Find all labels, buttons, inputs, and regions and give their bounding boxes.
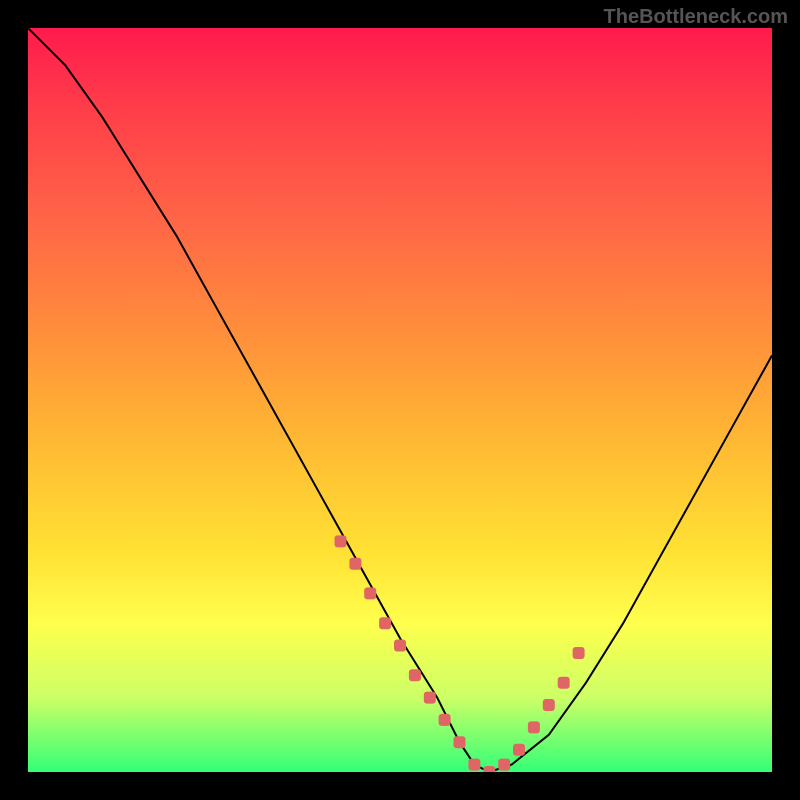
highlight-marker [468, 759, 480, 771]
highlight-marker [439, 714, 451, 726]
chart-svg [28, 28, 772, 772]
watermark-text: TheBottleneck.com [604, 6, 788, 29]
highlight-marker [349, 558, 361, 570]
highlight-marker [379, 617, 391, 629]
highlight-marker [573, 647, 585, 659]
highlight-marker [483, 766, 495, 772]
chart-plot-area [28, 28, 772, 772]
highlight-marker [409, 669, 421, 681]
highlight-marker [558, 677, 570, 689]
bottleneck-curve-line [28, 28, 772, 772]
highlight-marker [424, 692, 436, 704]
highlight-marker [528, 721, 540, 733]
highlight-marker [335, 535, 347, 547]
highlight-marker [498, 759, 510, 771]
highlight-marker [543, 699, 555, 711]
highlight-marker [454, 736, 466, 748]
highlight-marker [364, 587, 376, 599]
highlight-marker [513, 744, 525, 756]
highlight-marker [394, 640, 406, 652]
